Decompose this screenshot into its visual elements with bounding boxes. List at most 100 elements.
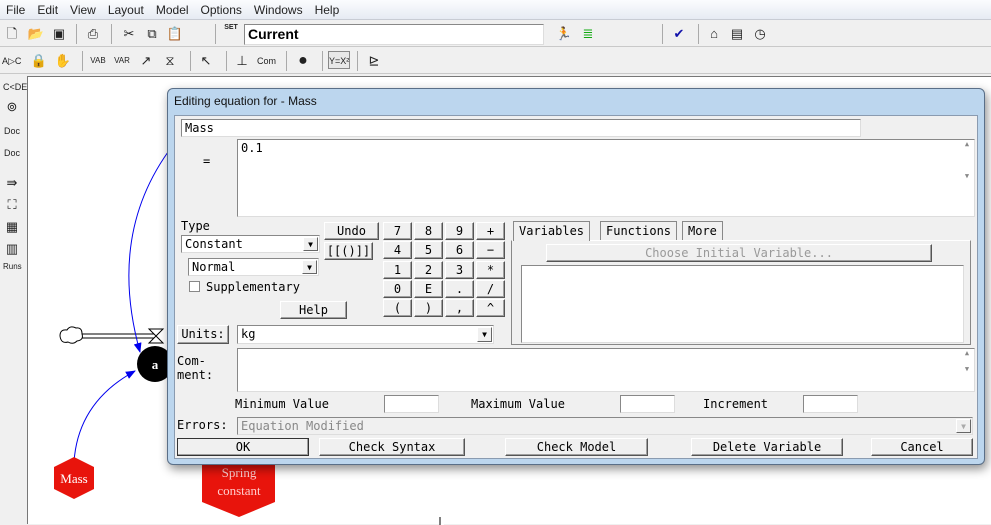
tab-more[interactable]: More [682, 221, 723, 240]
menu-model[interactable]: Model [150, 0, 195, 20]
causes-tree-icon[interactable]: C<DE [3, 78, 27, 96]
keypad-button[interactable]: 8 [414, 222, 443, 240]
keypad-button[interactable]: 6 [445, 241, 474, 260]
graph-window-icon[interactable]: ▤ [728, 25, 746, 43]
simulate-icon[interactable]: 🏃 [555, 25, 573, 43]
save-icon[interactable]: ▣ [50, 25, 68, 43]
tab-variables[interactable]: Variables [513, 221, 591, 241]
input-output-icon[interactable]: ⊥ [233, 52, 251, 70]
comment-icon[interactable]: Com [257, 52, 276, 70]
separator [76, 24, 77, 44]
check-model-button[interactable]: Check Model [505, 438, 648, 456]
table-icon[interactable]: ▥ [3, 240, 21, 258]
loops-icon[interactable]: ⊚ [3, 98, 21, 116]
type-select[interactable]: Constant ▼ [181, 235, 320, 253]
menu-view[interactable]: View [64, 0, 102, 20]
keypad-button[interactable]: 9 [445, 222, 474, 240]
abc-text-icon[interactable]: A▷C [2, 52, 21, 70]
ok-button[interactable]: OK [177, 438, 309, 456]
chevron-down-icon[interactable]: ▼ [477, 327, 492, 342]
increment-input[interactable] [803, 395, 858, 413]
graph-icon[interactable]: ⛶ [3, 196, 21, 214]
keypad-button[interactable]: . [445, 279, 474, 298]
gauge-icon[interactable]: ◷ [751, 25, 769, 43]
equation-input[interactable]: 0.1 ▲ ▼ [237, 139, 975, 217]
chevron-down-icon[interactable]: ▼ [303, 237, 318, 251]
variable-icon[interactable]: VAB [89, 52, 107, 70]
keypad-button[interactable]: , [445, 299, 474, 318]
synthesim-icon[interactable]: ≣ [579, 25, 597, 43]
keypad-button[interactable]: / [476, 279, 505, 298]
subtype-select[interactable]: Normal ▼ [188, 258, 319, 276]
print-icon[interactable]: ⎙ [84, 25, 102, 43]
keypad-button[interactable]: 7 [383, 222, 412, 240]
keypad-button[interactable]: 0 [383, 279, 412, 298]
box-variable-icon[interactable]: VAR [113, 52, 131, 70]
keypad-button[interactable]: 1 [383, 260, 412, 279]
rate-icon[interactable]: ⧖ [161, 52, 179, 70]
menu-help[interactable]: Help [309, 0, 346, 20]
copy-icon[interactable]: ⧉ [143, 25, 161, 43]
menu-options[interactable]: Options [195, 0, 248, 20]
set-run-icon[interactable]: SET [222, 24, 240, 42]
maximum-value-input[interactable] [620, 395, 675, 413]
keypad-button[interactable]: ^ [476, 299, 505, 318]
menu-layout[interactable]: Layout [102, 0, 150, 20]
chevron-down-icon[interactable]: ▼ [302, 260, 317, 274]
document-icon[interactable]: Doc [3, 122, 21, 140]
arrow-icon[interactable]: ↗ [137, 52, 155, 70]
shadow-variable-icon[interactable]: ↖ [197, 52, 215, 70]
separator [698, 24, 699, 44]
document-all-icon[interactable]: Doc [3, 144, 21, 162]
maximum-value-label: Maximum Value [471, 397, 565, 411]
supplementary-checkbox[interactable] [189, 281, 200, 292]
comment-input[interactable]: ▲ ▼ [237, 348, 975, 392]
cancel-button[interactable]: Cancel [871, 438, 973, 456]
keypad-button[interactable]: * [476, 260, 505, 279]
chevron-down-icon[interactable]: ▼ [956, 419, 971, 433]
paste-icon[interactable]: 📋 [166, 25, 184, 43]
check-run-icon[interactable]: ✔ [670, 25, 688, 43]
cut-icon[interactable]: ✂ [120, 25, 138, 43]
hand-icon[interactable]: ✋ [54, 52, 72, 70]
new-file-icon[interactable]: 🗋 [3, 25, 21, 43]
keypad-button[interactable]: E [414, 279, 443, 298]
choose-initial-variable-button[interactable]: Choose Initial Variable... [546, 244, 932, 262]
variable-name-field[interactable]: Mass [181, 119, 861, 137]
run-name-input[interactable]: Current [244, 24, 544, 45]
comment-scrollbar[interactable]: ▲ ▼ [960, 349, 974, 391]
runs-compare-icon[interactable]: Runs [3, 262, 22, 280]
keypad-button[interactable]: 4 [383, 241, 412, 260]
variables-list[interactable] [521, 265, 964, 343]
menu-windows[interactable]: Windows [248, 0, 309, 20]
undo-button[interactable]: Undo [324, 222, 379, 240]
causes-strip-icon[interactable]: ⇛ [3, 174, 21, 192]
keypad-button[interactable]: 5 [414, 241, 443, 260]
delete-variable-button[interactable]: Delete Variable [691, 438, 843, 456]
table-time-down-icon[interactable]: ▦ [3, 218, 21, 236]
separator [322, 51, 323, 71]
open-folder-icon[interactable]: 📂 [27, 25, 45, 43]
equation-scrollbar[interactable]: ▲ ▼ [960, 140, 974, 216]
lock-icon[interactable]: 🔒 [30, 52, 48, 70]
keypad-button[interactable]: + [476, 222, 505, 240]
reality-check-icon[interactable]: ⌂ [705, 25, 723, 43]
keypad-button[interactable]: 2 [414, 260, 443, 279]
menu-edit[interactable]: Edit [31, 0, 64, 20]
brackets-button[interactable]: [[()]] [324, 242, 373, 260]
dialog-title: Editing equation for - Mass [174, 94, 317, 108]
keypad-button[interactable]: ( [383, 299, 412, 318]
equations-icon[interactable]: Y=X² [328, 51, 350, 69]
units-select[interactable]: kg ▼ [237, 325, 494, 344]
help-button[interactable]: Help [280, 301, 347, 319]
reference-mode-icon[interactable]: ⊵ [365, 52, 383, 70]
units-button[interactable]: Units: [177, 325, 229, 344]
tab-functions[interactable]: Functions [600, 221, 678, 240]
keypad-button[interactable]: ) [414, 299, 443, 318]
menu-file[interactable]: File [0, 0, 31, 20]
check-syntax-button[interactable]: Check Syntax [319, 438, 465, 456]
minimum-value-input[interactable] [384, 395, 439, 413]
keypad-button[interactable]: 3 [445, 260, 474, 279]
keypad-button[interactable]: − [476, 241, 505, 260]
delete-icon[interactable]: ● [294, 52, 312, 70]
